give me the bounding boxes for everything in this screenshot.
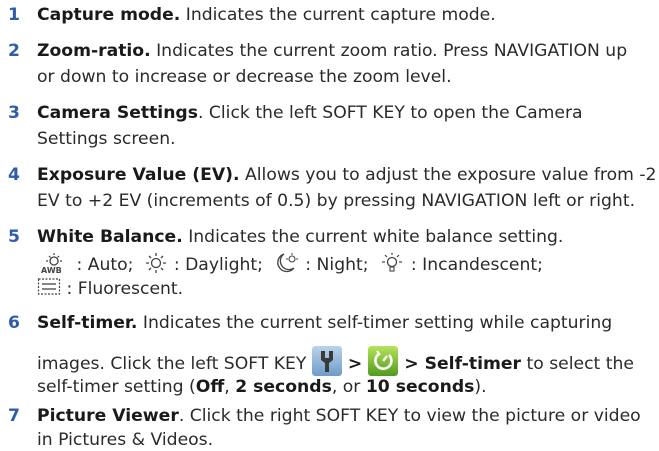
auto-wb-icon: AWB (41, 253, 62, 274)
wb-incandescent-label: : Incandescent; (405, 255, 543, 275)
item-desc: Indicates the current self-timer setting… (137, 313, 613, 333)
item-text-line1: Exposure Value (EV). Allows you to adjus… (37, 164, 656, 186)
item-desc: Indicates the current capture mode. (180, 5, 496, 25)
item-number: 1 (8, 5, 20, 25)
item-title: Self-timer. (37, 313, 138, 333)
self-timer-icon (368, 346, 399, 376)
item-title: Camera Settings (37, 103, 198, 123)
item-number: 4 (8, 165, 20, 185)
item-text-line1: Camera Settings. Click the left SOFT KEY… (37, 102, 583, 124)
item-desc: Indicates the current white balance sett… (182, 227, 564, 247)
wb-auto-label: : Auto; (71, 255, 134, 275)
item-title: Exposure Value (EV). (37, 165, 240, 185)
tools-icon (311, 346, 342, 376)
item-title: Capture mode. (37, 5, 181, 25)
item-text-line1: Self-timer. Indicates the current self-t… (37, 312, 612, 334)
item-text-line2: or down to increase or decrease the zoom… (37, 67, 452, 87)
item-desc: Allows you to adjust the exposure value … (239, 165, 657, 185)
item-text-line1: White Balance. Indicates the current whi… (37, 226, 563, 248)
item-desc: Indicates the current zoom ratio. Press … (150, 41, 628, 61)
item-number: 5 (8, 227, 20, 247)
wb-daylight-label: : Daylight; (168, 255, 263, 275)
item-number: 3 (8, 103, 20, 123)
fluorescent-wb-icon (37, 278, 61, 295)
night-wb-icon (277, 253, 298, 273)
item-number: 7 (8, 406, 20, 426)
svg-text:AWB: AWB (41, 266, 62, 274)
item-text-line3: self-timer setting (Off, 2 seconds, or 1… (37, 377, 487, 397)
item-text: Capture mode. Indicates the current capt… (37, 4, 496, 26)
item-title: Picture Viewer (37, 406, 179, 426)
wb-fluorescent-label: : Fluorescent. (61, 279, 184, 299)
incandescent-wb-icon (382, 253, 403, 272)
item-title: White Balance. (37, 227, 183, 247)
wb-options-line2: : Fluorescent. (37, 276, 183, 300)
instruction-list: 1 Capture mode. Indicates the current ca… (0, 0, 659, 451)
item-number: 6 (8, 313, 20, 333)
item-text-line1: Picture Viewer. Click the right SOFT KEY… (37, 405, 641, 427)
wb-night-label: : Night; (299, 255, 369, 275)
item-desc: . Click the right SOFT KEY to view the p… (178, 406, 641, 426)
item-text-line2: EV to +2 EV (increments of 0.5) by press… (37, 191, 636, 211)
wb-options-line: AWB : Auto; : Daylight; : Night;: Incan… (37, 252, 543, 276)
item-number: 2 (8, 41, 20, 61)
item-text-line2: Settings screen. (37, 129, 176, 149)
item-text-line2: images. Click the left SOFT KEY > > Self… (37, 346, 634, 376)
item-text-line1: Zoom-ratio. Indicates the current zoom r… (37, 40, 627, 62)
item-text-line2: in Pictures & Videos. (37, 430, 214, 450)
daylight-wb-icon (146, 253, 167, 273)
item-desc: . Click the left SOFT KEY to open the Ca… (197, 103, 583, 123)
item-title: Zoom-ratio. (37, 41, 151, 61)
